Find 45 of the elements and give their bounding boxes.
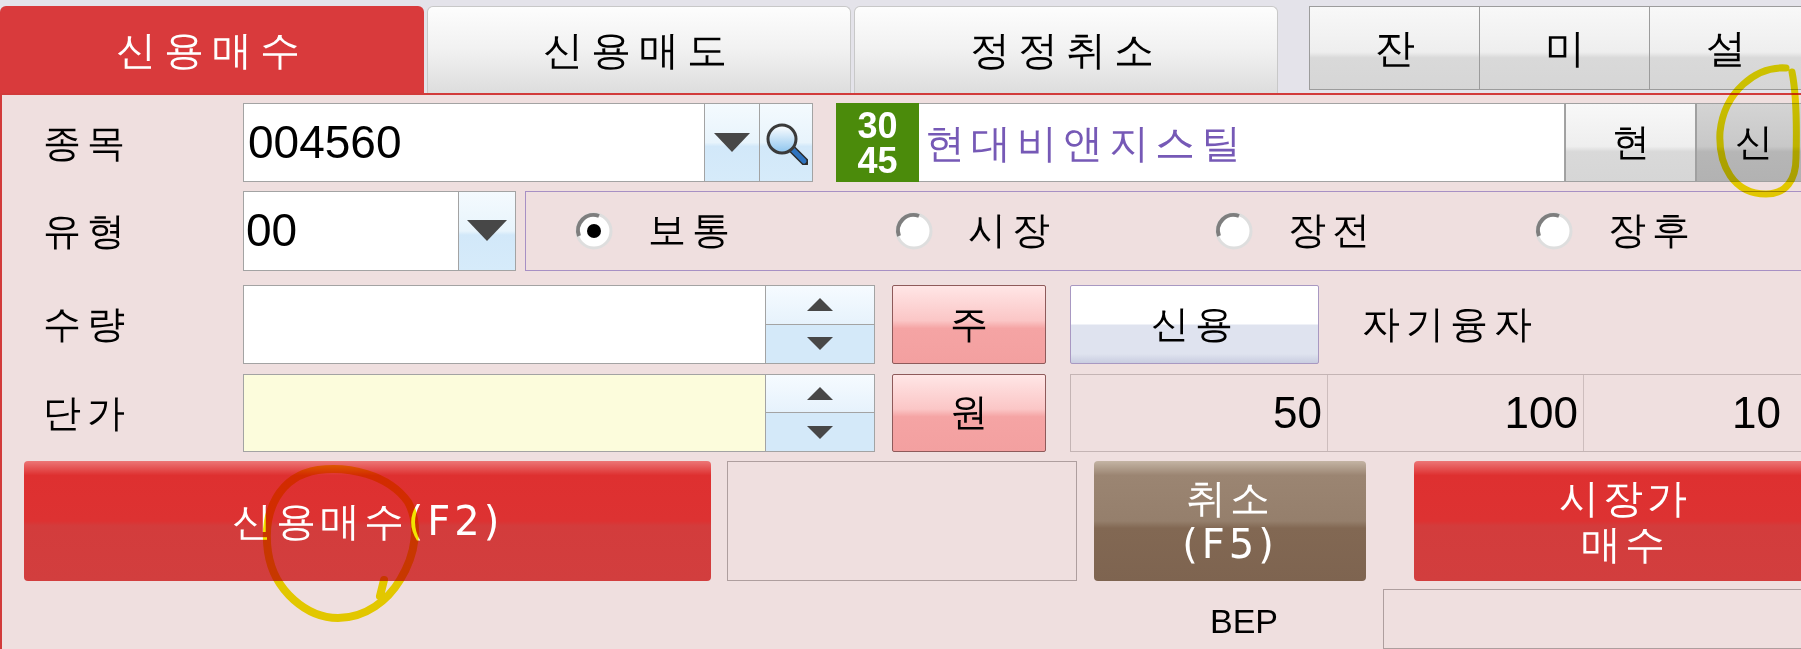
caret-down-icon xyxy=(714,133,750,153)
order-type-radio[interactable]: 장후 xyxy=(1535,202,1801,260)
quantity-field[interactable] xyxy=(243,284,766,364)
dropdown-button[interactable] xyxy=(705,103,760,183)
side-button[interactable]: 설 xyxy=(1649,6,1801,90)
order-type-radio[interactable]: 시장 xyxy=(895,202,1215,260)
stock-name-field: 현대비앤지스틸 xyxy=(919,103,1565,183)
field-label: 유형 xyxy=(43,207,131,254)
caret-down-icon xyxy=(807,425,833,439)
credit-type-text: 자기융자 xyxy=(1362,300,1538,348)
order-type-radio[interactable]: 장전 xyxy=(1215,202,1535,260)
price-mode-button[interactable]: 현 xyxy=(1565,103,1696,183)
field-label: 단가 xyxy=(43,389,131,436)
side-button[interactable]: 미 xyxy=(1479,6,1649,90)
search-button[interactable] xyxy=(760,103,813,183)
price-tick-button[interactable]: 10 xyxy=(1584,374,1801,452)
order-tab[interactable]: 정정취소 xyxy=(854,6,1278,93)
order-tab[interactable]: 신용매수 xyxy=(0,6,424,93)
stock-code-field[interactable]: 004560 xyxy=(243,103,705,183)
caret-down-icon xyxy=(807,337,833,351)
order-tab[interactable]: 신용매도 xyxy=(427,6,851,93)
field-label: 종목 xyxy=(43,119,131,166)
unit-button[interactable]: 주 xyxy=(892,284,1046,364)
buy-button[interactable]: 신용매수(F2) xyxy=(24,461,711,581)
unit-button[interactable]: 원 xyxy=(892,373,1046,453)
order-type-field[interactable]: 00 xyxy=(243,191,459,271)
spin-up-button[interactable] xyxy=(766,373,875,414)
side-button[interactable]: 잔 xyxy=(1309,6,1479,90)
order-type-radio[interactable]: 보통 xyxy=(575,202,895,260)
cancel-button[interactable]: 취소 (F5) xyxy=(1094,461,1366,581)
caret-down-icon xyxy=(467,220,507,242)
spin-down-button[interactable] xyxy=(766,324,875,364)
bep-label: BEP xyxy=(1210,602,1279,640)
spin-down-button[interactable] xyxy=(766,413,875,453)
price-field[interactable] xyxy=(243,373,766,453)
rate-badge: 30 45 xyxy=(836,103,919,183)
caret-up-icon xyxy=(807,298,833,312)
buy-button[interactable]: 시장가 매수 xyxy=(1414,461,1801,581)
dropdown-button[interactable] xyxy=(459,191,516,271)
price-tick-button[interactable]: 100 xyxy=(1328,374,1584,452)
spin-up-button[interactable] xyxy=(766,284,875,325)
caret-up-icon xyxy=(807,387,833,401)
credit-button[interactable]: 신용 xyxy=(1070,284,1319,364)
field-label: 수량 xyxy=(43,301,131,348)
price-tick-button[interactable]: 50 xyxy=(1071,374,1328,452)
